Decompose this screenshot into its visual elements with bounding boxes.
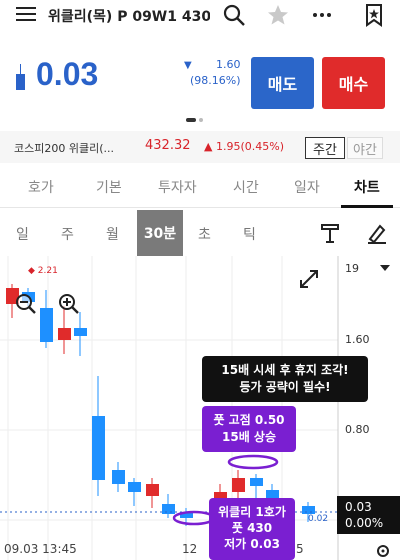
annotation-line: 풋 고점 0.50 <box>213 413 285 427</box>
search-icon[interactable] <box>222 3 246 27</box>
tab-bar: 호가 기본 투자자 시간 일자 차트 <box>0 164 400 208</box>
annotation-low-note: 위클리 1호가 풋 430 저가 0.03 <box>209 498 295 560</box>
candle <box>58 328 71 340</box>
chevron-down-icon[interactable] <box>380 265 390 273</box>
tab-time[interactable]: 시간 <box>233 177 259 197</box>
tab-orderbook[interactable]: 호가 <box>28 177 54 197</box>
candle <box>146 484 159 496</box>
candle <box>232 478 245 492</box>
night-session-toggle[interactable]: 야간 <box>347 137 383 159</box>
y-axis-label-2: 0.80 <box>345 423 370 436</box>
page-indicator <box>186 118 203 122</box>
period-month[interactable]: 월 <box>106 224 119 244</box>
annotation-high-note: 풋 고점 0.50 15배 상승 <box>202 406 296 452</box>
low-marker: 0.02 <box>308 514 328 524</box>
period-week[interactable]: 주 <box>61 224 74 244</box>
price-change: 1.60 <box>216 58 241 71</box>
tab-chart[interactable]: 차트 <box>354 177 380 197</box>
annotation-line: 등가 공략이 필수! <box>239 380 331 394</box>
candle <box>112 470 125 484</box>
bookmark-icon[interactable] <box>362 3 386 27</box>
highlight-scribble <box>227 454 279 470</box>
tab-basic[interactable]: 기본 <box>96 177 122 197</box>
current-price: 0.03 <box>36 56 99 92</box>
candle-icon <box>16 64 25 90</box>
candle <box>250 478 263 486</box>
low-marker-value: 0.02 <box>308 514 329 524</box>
x-axis-label-end: 5 <box>296 542 304 556</box>
period-second[interactable]: 초 <box>198 224 211 244</box>
candle <box>162 504 175 514</box>
star-icon[interactable] <box>266 3 290 27</box>
index-change-value: 1.95(0.45%) <box>215 140 284 153</box>
x-axis-label-start: 09.03 13:45 <box>4 542 77 556</box>
draw-tool-icon[interactable] <box>366 222 388 244</box>
candle <box>302 506 315 514</box>
sell-button[interactable]: 매도 <box>251 57 314 109</box>
day-session-toggle[interactable]: 주간 <box>305 137 345 159</box>
settings-icon[interactable] <box>374 544 392 558</box>
tab-date[interactable]: 일자 <box>294 177 320 197</box>
app-header: 위클리(목) P 09W1 430.0 <box>0 0 400 30</box>
candle <box>128 482 141 492</box>
more-icon[interactable] <box>310 3 334 27</box>
zoom-out-icon[interactable] <box>15 293 37 315</box>
candle <box>74 328 87 336</box>
y-axis-label-1: 1.60 <box>345 333 370 346</box>
x-axis-label-mid: 12 <box>182 542 198 556</box>
current-price-tag: 0.03 0.00% <box>337 496 400 534</box>
candle <box>40 308 53 342</box>
down-arrow-icon: ▼ <box>184 60 192 71</box>
index-price: 432.32 <box>145 138 191 153</box>
high-marker: ◆ 2.21 <box>28 266 58 276</box>
buy-button[interactable]: 매수 <box>322 57 385 109</box>
period-day[interactable]: 일 <box>16 224 29 244</box>
up-arrow-icon: ▲ <box>204 140 213 153</box>
annotation-line: 위클리 1호가 <box>218 505 286 519</box>
annotation-line: 15배 시세 후 휴지 조각! <box>221 363 349 377</box>
annotation-line: 15배 상승 <box>222 430 276 444</box>
indicator-icon[interactable] <box>320 222 342 244</box>
y-axis-top-label: 19 <box>345 262 359 275</box>
current-price-tag-percent: 0.00% <box>345 516 384 530</box>
annotation-line: 풋 430 <box>231 521 273 535</box>
active-tab-indicator <box>341 205 393 208</box>
expand-icon[interactable] <box>298 268 320 290</box>
index-bar: 코스피200 위클리(... 432.32 ▲ 1.95(0.45%) 주간 야… <box>0 131 400 163</box>
period-tick[interactable]: 틱 <box>243 224 256 244</box>
menu-icon[interactable] <box>16 5 36 23</box>
zoom-in-icon[interactable] <box>58 293 80 315</box>
page-title[interactable]: 위클리(목) P 09W1 430.0 <box>48 6 210 26</box>
price-change-percent: (98.16%) <box>190 74 241 87</box>
high-marker-value: 2.21 <box>37 266 58 276</box>
index-change: ▲ 1.95(0.45%) <box>204 140 284 153</box>
period-selector: 일 주 월 30분 초 틱 <box>0 210 400 256</box>
annotation-line: 저가 0.03 <box>224 537 280 551</box>
annotation-bubble: 15배 시세 후 휴지 조각! 등가 공략이 필수! <box>202 356 368 402</box>
period-30min[interactable]: 30분 <box>137 210 183 256</box>
current-price-tag-value: 0.03 <box>345 500 372 514</box>
tab-investor[interactable]: 투자자 <box>158 177 197 197</box>
index-name[interactable]: 코스피200 위클리(... <box>14 140 132 156</box>
candle <box>92 416 105 480</box>
